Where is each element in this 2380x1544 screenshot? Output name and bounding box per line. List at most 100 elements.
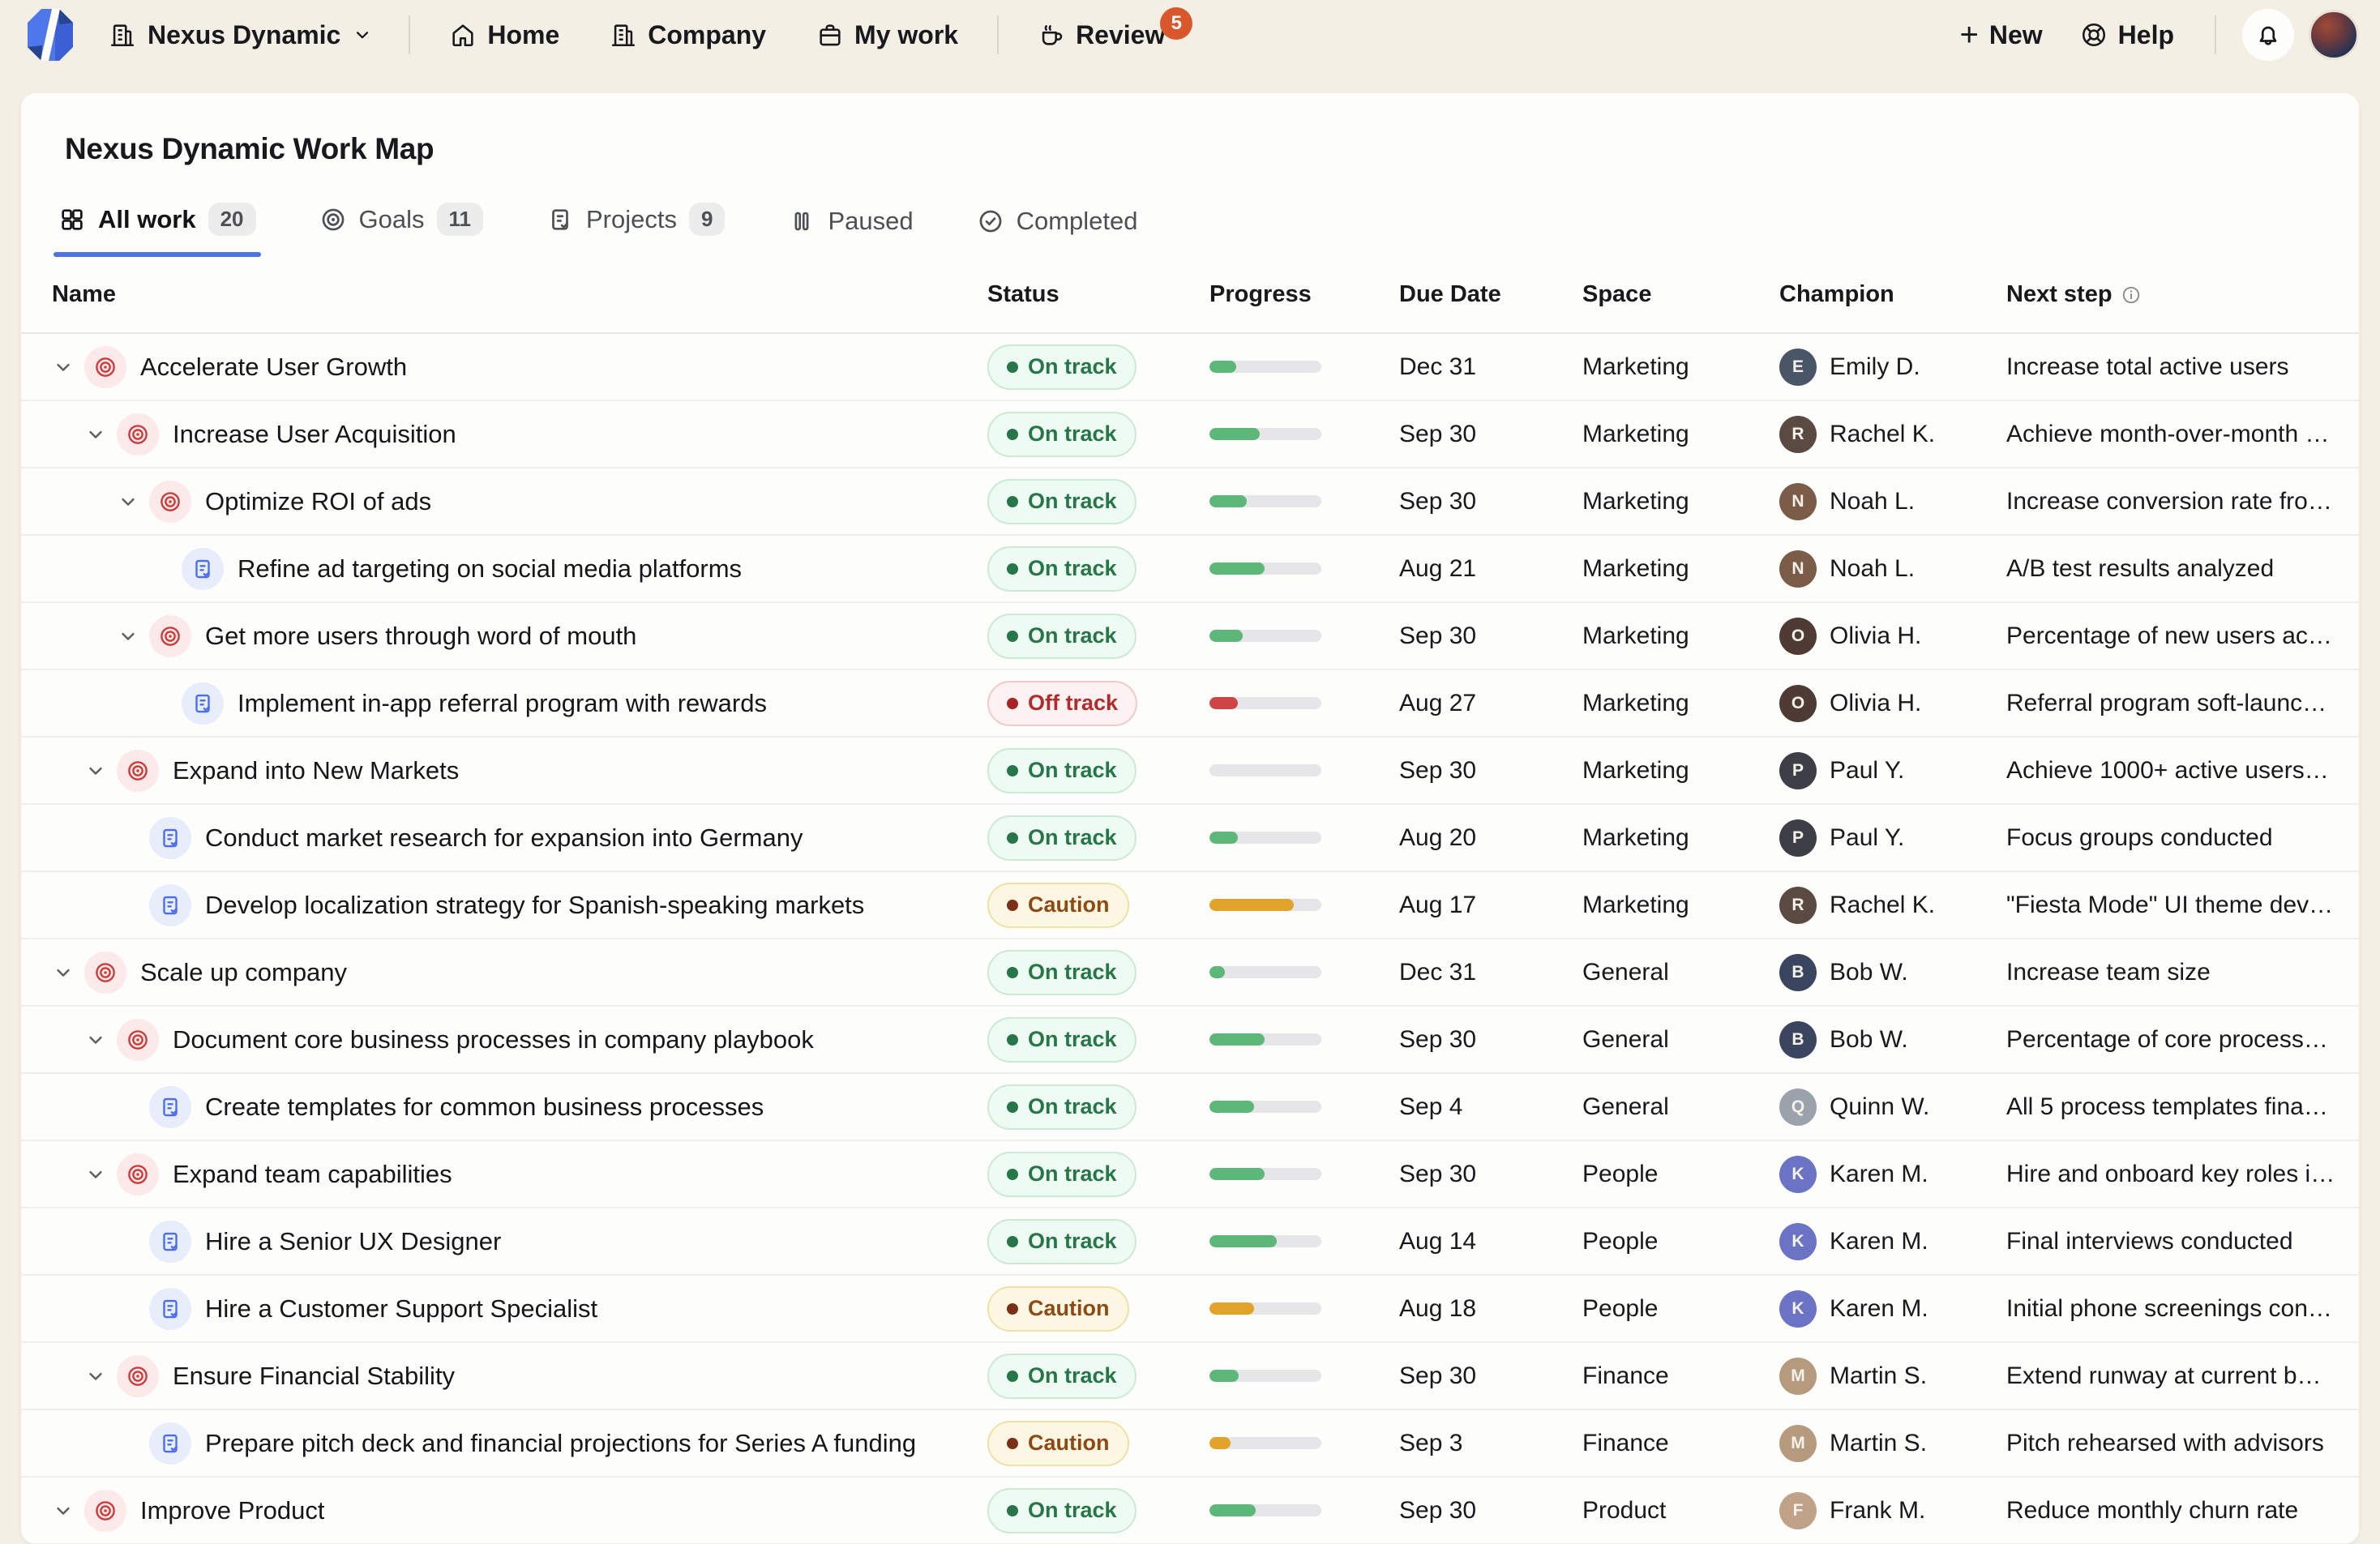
space: General [1582, 1026, 1779, 1054]
nav-company[interactable]: Company [595, 20, 781, 50]
item-name: Implement in-app referral program with r… [238, 689, 767, 718]
expand-chevron[interactable] [52, 356, 84, 379]
main-nav: Home Company My work [434, 20, 973, 50]
notifications-button[interactable] [2242, 9, 2294, 61]
champion-avatar: M [1779, 1425, 1817, 1462]
progress-cell [1209, 764, 1399, 776]
progress-fill [1209, 697, 1238, 709]
champion-name: Martin S. [1830, 1430, 1927, 1457]
clipboard-icon [546, 206, 574, 233]
progress-cell [1209, 361, 1399, 373]
goal-icon [149, 615, 191, 657]
item-name: Accelerate User Growth [140, 353, 407, 382]
progress-cell [1209, 899, 1399, 911]
table-row[interactable]: Improve Product On track Sep 30 Product … [21, 1478, 2359, 1544]
status-label: Caution [1028, 1296, 1110, 1321]
work-map-card: Nexus Dynamic Work Map All work 20 Goals… [21, 93, 2359, 1544]
expand-chevron[interactable] [117, 490, 149, 513]
progress-fill [1209, 428, 1260, 440]
tab-goals[interactable]: Goals 11 [315, 203, 488, 257]
space: Product [1582, 1497, 1779, 1525]
tab-completed[interactable]: Completed [972, 207, 1143, 257]
progress-fill [1209, 495, 1247, 507]
workspace-switcher[interactable]: Nexus Dynamic [97, 20, 384, 50]
tab-paused[interactable]: Paused [783, 207, 918, 257]
table-row[interactable]: Prepare pitch deck and financial project… [21, 1410, 2359, 1478]
champion-avatar: N [1779, 550, 1817, 588]
table-row[interactable]: Hire a Senior UX Designer On track Aug 1… [21, 1208, 2359, 1276]
tab-all-work[interactable]: All work 20 [54, 203, 261, 257]
table-row[interactable]: Expand team capabilities On track Sep 30… [21, 1141, 2359, 1208]
expand-chevron[interactable] [84, 759, 117, 782]
champion-avatar: K [1779, 1156, 1817, 1193]
space: Marketing [1582, 421, 1779, 448]
due-date: Sep 30 [1399, 1362, 1582, 1390]
nav-review[interactable]: Review 5 [1023, 20, 1179, 50]
status-badge[interactable]: On track [987, 1488, 1136, 1533]
champion-name: Olivia H. [1830, 690, 1921, 717]
tab-count-badge: 11 [437, 203, 484, 236]
lifebuoy-icon [2080, 21, 2108, 49]
status-cell: On track [987, 1354, 1209, 1399]
progress-bar [1209, 832, 1321, 844]
table-row[interactable]: Get more users through word of mouth On … [21, 603, 2359, 670]
status-badge[interactable]: On track [987, 1084, 1136, 1130]
expand-chevron[interactable] [84, 423, 117, 446]
space: Marketing [1582, 353, 1779, 381]
expand-chevron[interactable] [52, 961, 84, 984]
status-badge[interactable]: On track [987, 344, 1136, 390]
status-badge[interactable]: On track [987, 479, 1136, 524]
table-row[interactable]: Develop localization strategy for Spanis… [21, 872, 2359, 939]
nav-home[interactable]: Home [434, 20, 574, 50]
status-badge[interactable]: On track [987, 950, 1136, 995]
status-badge[interactable]: On track [987, 815, 1136, 861]
table-row[interactable]: Accelerate User Growth On track Dec 31 M… [21, 334, 2359, 401]
expand-chevron[interactable] [84, 1365, 117, 1388]
project-icon [182, 548, 224, 590]
tab-label: All work [98, 205, 196, 234]
status-badge[interactable]: On track [987, 1017, 1136, 1063]
new-button[interactable]: + New [1946, 20, 2057, 50]
next-step: Percentage of core process… [2006, 1026, 2359, 1054]
status-badge[interactable]: Caution [987, 1421, 1129, 1466]
status-dot-icon [1007, 361, 1018, 373]
champion-name: Rachel K. [1830, 421, 1935, 448]
expand-chevron[interactable] [84, 1163, 117, 1186]
table-row[interactable]: Refine ad targeting on social media plat… [21, 536, 2359, 603]
expand-chevron[interactable] [52, 1499, 84, 1522]
user-avatar[interactable] [2309, 10, 2359, 60]
status-badge[interactable]: On track [987, 1152, 1136, 1197]
status-badge[interactable]: On track [987, 614, 1136, 659]
status-badge[interactable]: On track [987, 748, 1136, 793]
champion-cell: O Olivia H. [1779, 685, 2006, 722]
expand-chevron[interactable] [84, 1029, 117, 1051]
status-badge[interactable]: On track [987, 1354, 1136, 1399]
table-row[interactable]: Ensure Financial Stability On track Sep … [21, 1343, 2359, 1410]
status-badge[interactable]: Caution [987, 1286, 1129, 1332]
table-row[interactable]: Expand into New Markets On track Sep 30 … [21, 738, 2359, 805]
help-button[interactable]: Help [2065, 20, 2189, 50]
column-header-progress: Progress [1209, 281, 1399, 308]
table-row[interactable]: Conduct market research for expansion in… [21, 805, 2359, 872]
champion-avatar: N [1779, 483, 1817, 520]
table-row[interactable]: Implement in-app referral program with r… [21, 670, 2359, 738]
expand-chevron[interactable] [117, 625, 149, 648]
table-row[interactable]: Hire a Customer Support Specialist Cauti… [21, 1276, 2359, 1343]
status-badge[interactable]: Off track [987, 681, 1137, 726]
status-label: On track [1028, 1027, 1117, 1052]
status-badge[interactable]: Caution [987, 883, 1129, 928]
status-badge[interactable]: On track [987, 412, 1136, 457]
tab-projects[interactable]: Projects 9 [541, 203, 730, 257]
table-row[interactable]: Document core business processes in comp… [21, 1007, 2359, 1074]
app-logo[interactable] [21, 6, 79, 64]
status-badge[interactable]: On track [987, 1219, 1136, 1264]
status-badge[interactable]: On track [987, 546, 1136, 592]
info-icon[interactable] [2121, 284, 2142, 306]
nav-my-work[interactable]: My work [802, 20, 973, 50]
table-row[interactable]: Increase User Acquisition On track Sep 3… [21, 401, 2359, 468]
table-row[interactable]: Create templates for common business pro… [21, 1074, 2359, 1141]
next-step: Focus groups conducted [2006, 824, 2359, 852]
status-dot-icon [1007, 1371, 1018, 1382]
table-row[interactable]: Optimize ROI of ads On track Sep 30 Mark… [21, 468, 2359, 536]
table-row[interactable]: Scale up company On track Dec 31 General… [21, 939, 2359, 1007]
